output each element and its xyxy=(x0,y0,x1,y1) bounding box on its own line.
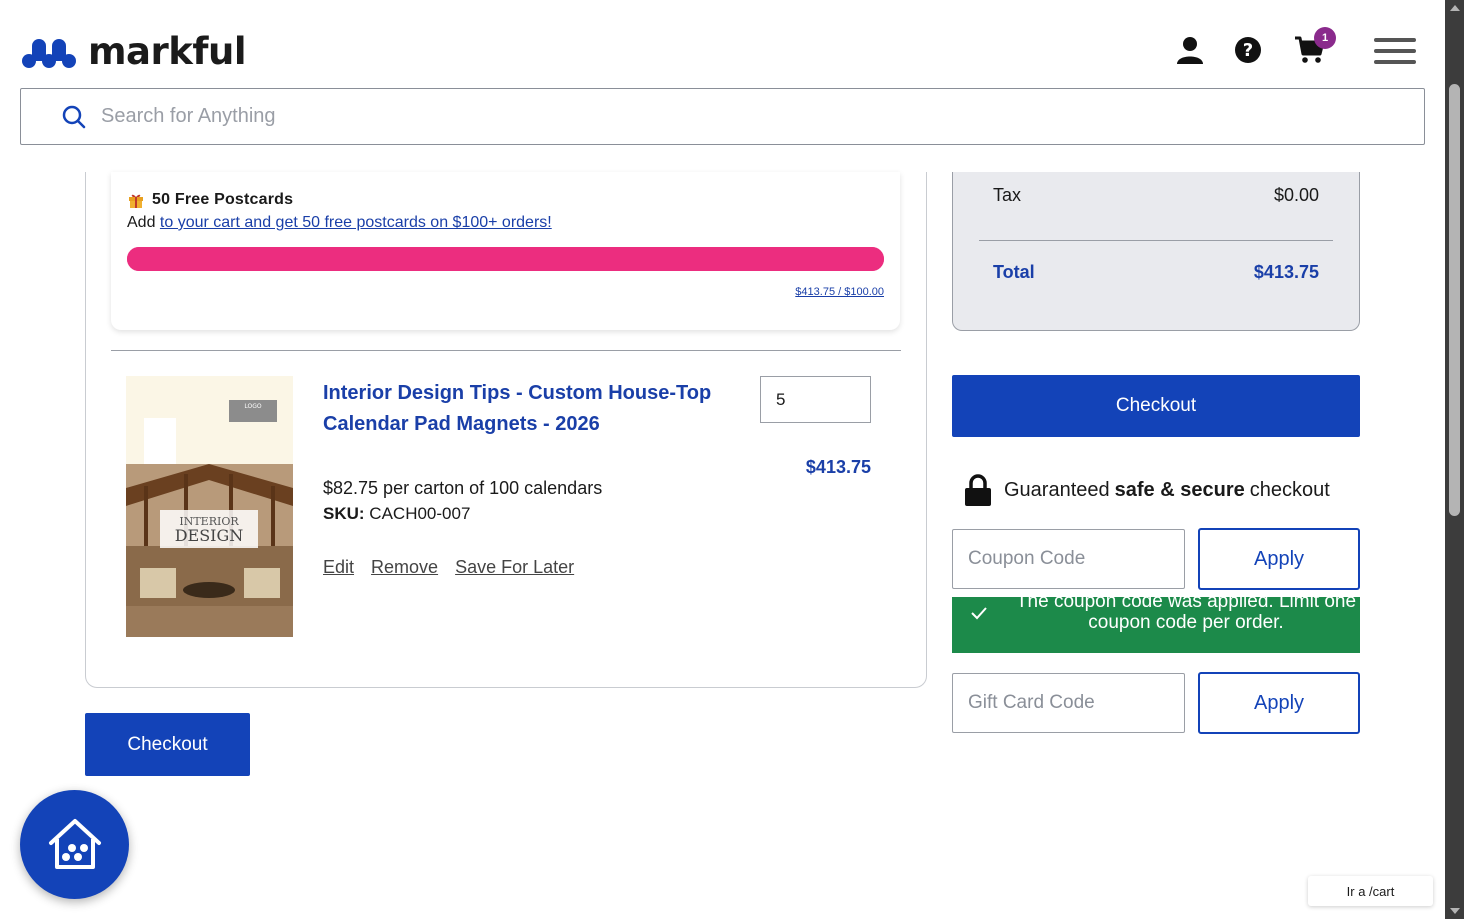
lock-icon xyxy=(965,474,991,506)
promo-progress-bar xyxy=(127,247,884,271)
sku-value: CACH00-007 xyxy=(369,504,471,523)
product-image[interactable]: LOGO INTERIOR DESIGN xyxy=(126,376,293,637)
scroll-down-arrow-icon[interactable] xyxy=(1450,908,1460,914)
promo-link[interactable]: to your cart and get 50 free postcards o… xyxy=(160,214,552,231)
checkout-button-left[interactable]: Checkout xyxy=(85,713,250,776)
edit-link[interactable]: Edit xyxy=(323,557,354,577)
promo-progress-fill xyxy=(127,247,884,271)
remove-link[interactable]: Remove xyxy=(371,557,438,577)
help-icon[interactable]: ? xyxy=(1233,34,1265,66)
promo-title: 50 Free Postcards xyxy=(128,191,293,209)
save-for-later-link[interactable]: Save For Later xyxy=(455,557,574,577)
logo-text: markful xyxy=(88,30,247,73)
gift-icon xyxy=(129,194,143,208)
gift-card-code-input[interactable] xyxy=(952,673,1185,733)
cart-item-actions: Edit Remove Save For Later xyxy=(323,557,586,578)
summary-divider xyxy=(979,240,1333,241)
url-preview-chip: Ir a /cart xyxy=(1308,876,1433,906)
total-row: Total $413.75 xyxy=(993,262,1319,283)
markful-logo[interactable]: markful xyxy=(22,30,247,73)
logo-mark-icon xyxy=(22,38,76,68)
tax-label: Tax xyxy=(993,185,1022,205)
hamburger-menu-icon[interactable] xyxy=(1374,38,1416,64)
secure-suffix: checkout xyxy=(1249,478,1330,501)
secure-bold: safe & secure xyxy=(1114,478,1245,501)
scroll-up-arrow-icon[interactable] xyxy=(1450,5,1460,11)
promo-description: Add to your cart and get 50 free postcar… xyxy=(127,214,552,232)
checkout-button-right[interactable]: Checkout xyxy=(952,375,1360,437)
image-title-line2: DESIGN xyxy=(175,526,244,545)
coupon-success-message: The coupon code was applied. Limit one c… xyxy=(1015,597,1357,633)
house-logo-icon xyxy=(48,818,101,869)
search-input[interactable] xyxy=(101,105,1301,128)
order-summary: Tax $0.00 Total $413.75 xyxy=(952,172,1360,331)
image-logo-text: LOGO xyxy=(244,403,262,410)
secure-checkout-notice: Guaranteed safe & secure checkout xyxy=(964,474,1330,506)
unit-price-description: $82.75 per carton of 100 calendars xyxy=(323,478,603,498)
total-label: Total xyxy=(993,262,1035,282)
product-sku: SKU: CACH00-007 xyxy=(323,504,470,524)
search-bar xyxy=(20,88,1425,145)
promo-title-text: 50 Free Postcards xyxy=(152,191,294,208)
total-value: $413.75 xyxy=(1253,262,1319,282)
line-item-price: $413.75 xyxy=(805,457,871,477)
promo-text-prefix: Add xyxy=(127,214,160,231)
cart-count-badge: 1 xyxy=(1314,27,1336,49)
promo-progress-label[interactable]: $413.75 / $100.00 xyxy=(795,286,884,298)
search-icon[interactable] xyxy=(61,104,87,130)
apply-coupon-button[interactable]: Apply xyxy=(1198,528,1360,590)
tax-value: $0.00 xyxy=(1273,185,1319,205)
checkmark-icon xyxy=(971,607,987,620)
svg-text:?: ? xyxy=(1243,40,1253,61)
scrollbar-thumb[interactable] xyxy=(1449,84,1460,516)
site-header: markful ? 1 xyxy=(0,0,1445,88)
page-scrollbar[interactable] xyxy=(1445,0,1464,919)
apply-gift-card-button[interactable]: Apply xyxy=(1198,672,1360,734)
product-thumbnail-art: LOGO INTERIOR DESIGN xyxy=(126,376,293,637)
quantity-input[interactable] xyxy=(760,376,871,423)
coupon-code-input[interactable] xyxy=(952,529,1185,589)
coupon-success-toast: The coupon code was applied. Limit one c… xyxy=(952,597,1360,653)
secure-prefix: Guaranteed xyxy=(1004,478,1110,501)
tax-row: Tax $0.00 xyxy=(993,185,1319,206)
free-postcards-promo: 50 Free Postcards Add to your cart and g… xyxy=(111,172,900,330)
cart-divider xyxy=(111,350,901,351)
sku-label: SKU: xyxy=(323,504,365,523)
product-name-link[interactable]: Interior Design Tips - Custom House-Top … xyxy=(323,378,733,440)
floating-home-button[interactable] xyxy=(20,790,129,899)
account-icon[interactable] xyxy=(1174,34,1206,66)
